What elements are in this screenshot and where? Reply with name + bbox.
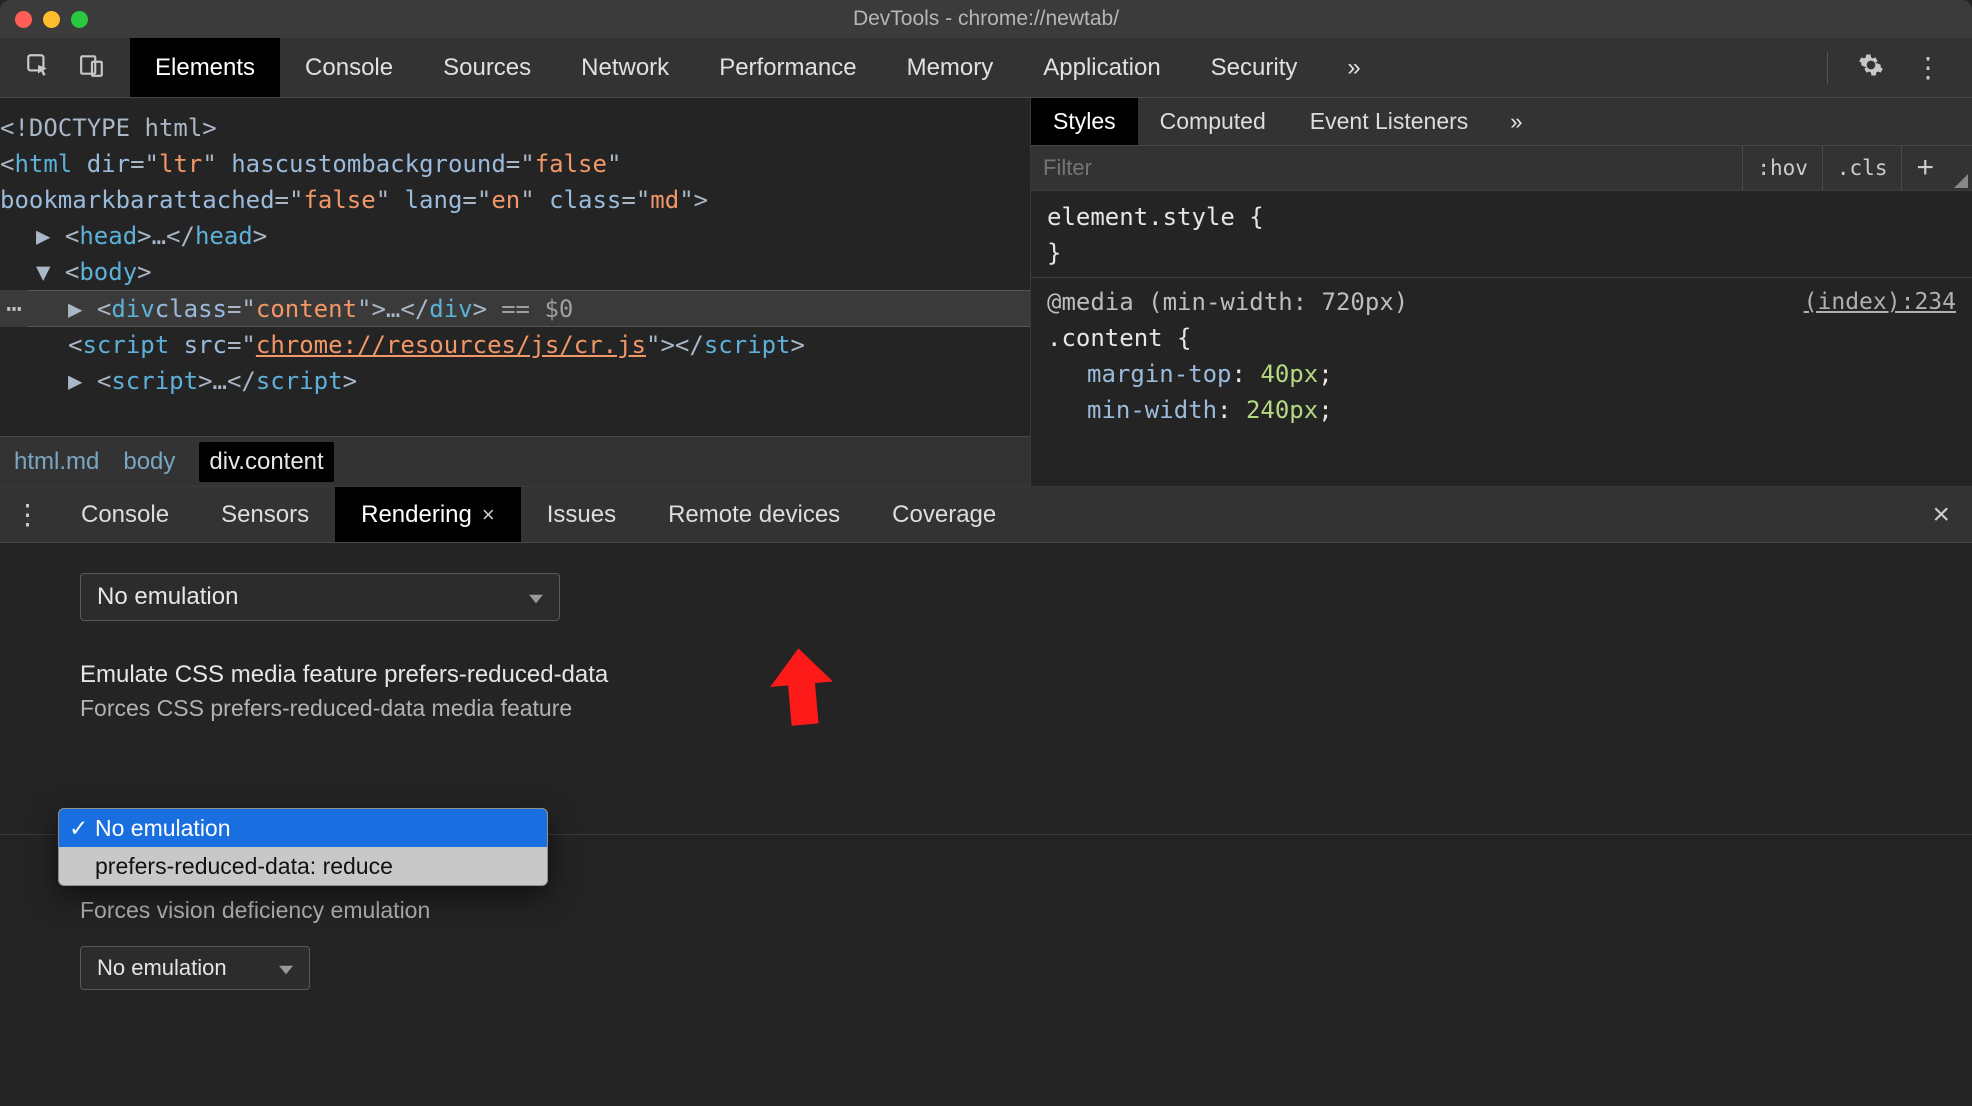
drawer-tab-issues[interactable]: Issues <box>521 487 642 542</box>
cls-toggle[interactable]: .cls <box>1822 146 1902 190</box>
val-min-width[interactable]: 240px <box>1246 396 1318 424</box>
window-titlebar: DevTools - chrome://newtab/ <box>0 0 1972 38</box>
minimize-window-icon[interactable] <box>43 11 60 28</box>
rule-source-link[interactable]: (index):234 <box>1804 284 1956 320</box>
breadcrumb: html.md body div.content <box>0 436 1030 486</box>
dom-selected-node[interactable]: ▶ <div class="content">…</div>== $0 <box>0 290 1030 327</box>
selected-node-gutter-icon[interactable]: ⋯ <box>0 290 28 327</box>
tab-application[interactable]: Application <box>1018 38 1185 97</box>
section-vision-deficiencies-desc: Forces vision deficiency emulation <box>80 897 1972 924</box>
attr-hcb: false <box>535 150 607 178</box>
tab-event-listeners[interactable]: Event Listeners <box>1288 98 1491 145</box>
breadcrumb-div-content[interactable]: div.content <box>199 442 333 482</box>
tab-memory[interactable]: Memory <box>882 38 1019 97</box>
tab-elements[interactable]: Elements <box>130 38 280 97</box>
tab-network[interactable]: Network <box>556 38 694 97</box>
window-title: DevTools - chrome://newtab/ <box>0 7 1972 31</box>
close-window-icon[interactable] <box>15 11 32 28</box>
drawer-tab-rendering[interactable]: Rendering × <box>335 487 521 542</box>
attr-lang: en <box>491 186 520 214</box>
section-prefers-reduced-data-title: Emulate CSS media feature prefers-reduce… <box>80 661 1972 689</box>
device-toolbar-icon[interactable] <box>79 52 105 84</box>
prop-min-width[interactable]: min-width <box>1087 396 1217 424</box>
eq0-badge: == $0 <box>501 291 573 327</box>
rendering-panel: No emulation Emulate CSS media feature p… <box>0 543 1972 990</box>
script-src-link[interactable]: chrome://resources/js/cr.js <box>256 331 646 359</box>
tab-security[interactable]: Security <box>1186 38 1323 97</box>
chevron-down-icon <box>279 955 293 981</box>
toolbar-separator <box>1827 52 1828 84</box>
dom-tree[interactable]: <!DOCTYPE html> <html dir="ltr" hascusto… <box>0 98 1030 399</box>
panel-tabs: Elements Console Sources Network Perform… <box>130 38 1386 97</box>
brace-close: } <box>1047 235 1956 271</box>
breadcrumb-body[interactable]: body <box>123 448 175 476</box>
drawer-tab-rendering-label: Rendering <box>361 501 472 529</box>
elements-panel: <!DOCTYPE html> <html dir="ltr" hascusto… <box>0 98 1972 486</box>
tab-console[interactable]: Console <box>280 38 418 97</box>
attr-content-class: content <box>256 291 357 327</box>
drawer-menu-icon[interactable]: ⋮ <box>0 487 55 542</box>
dom-tree-pane: <!DOCTYPE html> <html dir="ltr" hascusto… <box>0 98 1030 486</box>
rendering-top-select-value: No emulation <box>97 583 238 611</box>
styles-tabs-overflow-icon[interactable]: » <box>1490 98 1542 145</box>
media-rule: @media (min-width: 720px) <box>1047 288 1408 316</box>
attr-class: md <box>650 186 679 214</box>
tab-sources[interactable]: Sources <box>418 38 556 97</box>
breadcrumb-html[interactable]: html.md <box>14 448 99 476</box>
tab-computed[interactable]: Computed <box>1138 98 1288 145</box>
vision-deficiencies-select[interactable]: No emulation <box>80 946 310 990</box>
css-rules[interactable]: element.style { } (index):234 @media (mi… <box>1031 191 1972 436</box>
inspect-element-icon[interactable] <box>25 52 51 84</box>
element-style-header: element.style { <box>1047 199 1956 235</box>
chevron-down-icon <box>529 583 543 611</box>
rendering-top-select[interactable]: No emulation <box>80 573 560 621</box>
prop-margin-top[interactable]: margin-top <box>1087 360 1232 388</box>
window-controls <box>15 11 88 28</box>
drawer: ⋮ Console Sensors Rendering × Issues Rem… <box>0 486 1972 1106</box>
drawer-tab-coverage[interactable]: Coverage <box>866 487 1022 542</box>
vision-deficiencies-select-value: No emulation <box>97 955 227 981</box>
zoom-window-icon[interactable] <box>71 11 88 28</box>
tab-performance[interactable]: Performance <box>694 38 881 97</box>
drawer-tab-sensors[interactable]: Sensors <box>195 487 335 542</box>
styles-pane: Styles Computed Event Listeners » :hov .… <box>1030 98 1972 486</box>
dom-doctype: <!DOCTYPE html> <box>0 114 217 142</box>
tab-styles[interactable]: Styles <box>1031 98 1138 145</box>
new-style-rule-icon[interactable]: + <box>1901 146 1948 190</box>
selector-content: .content { <box>1047 320 1956 356</box>
attr-dir: ltr <box>159 150 202 178</box>
dropdown-option-reduce[interactable]: prefers-reduced-data: reduce <box>59 847 547 885</box>
devtools-main-toolbar: Elements Console Sources Network Perform… <box>0 38 1972 98</box>
resize-corner-icon[interactable] <box>1954 174 1968 188</box>
hov-toggle[interactable]: :hov <box>1742 146 1822 190</box>
kebab-menu-icon[interactable]: ⋮ <box>1914 51 1942 84</box>
drawer-tab-console[interactable]: Console <box>55 487 195 542</box>
prefers-reduced-data-dropdown: No emulation prefers-reduced-data: reduc… <box>58 808 548 886</box>
drawer-close-icon[interactable]: × <box>1910 487 1972 542</box>
drawer-tab-remote-devices[interactable]: Remote devices <box>642 487 866 542</box>
attr-bba: false <box>303 186 375 214</box>
section-prefers-reduced-data-desc: Forces CSS prefers-reduced-data media fe… <box>80 695 1972 722</box>
close-tab-icon[interactable]: × <box>482 502 495 528</box>
styles-filter-input[interactable] <box>1043 155 1742 181</box>
tab-overflow-icon[interactable]: » <box>1322 38 1385 97</box>
settings-gear-icon[interactable] <box>1858 52 1884 84</box>
dropdown-option-no-emulation[interactable]: No emulation <box>59 809 547 847</box>
val-margin-top[interactable]: 40px <box>1260 360 1318 388</box>
